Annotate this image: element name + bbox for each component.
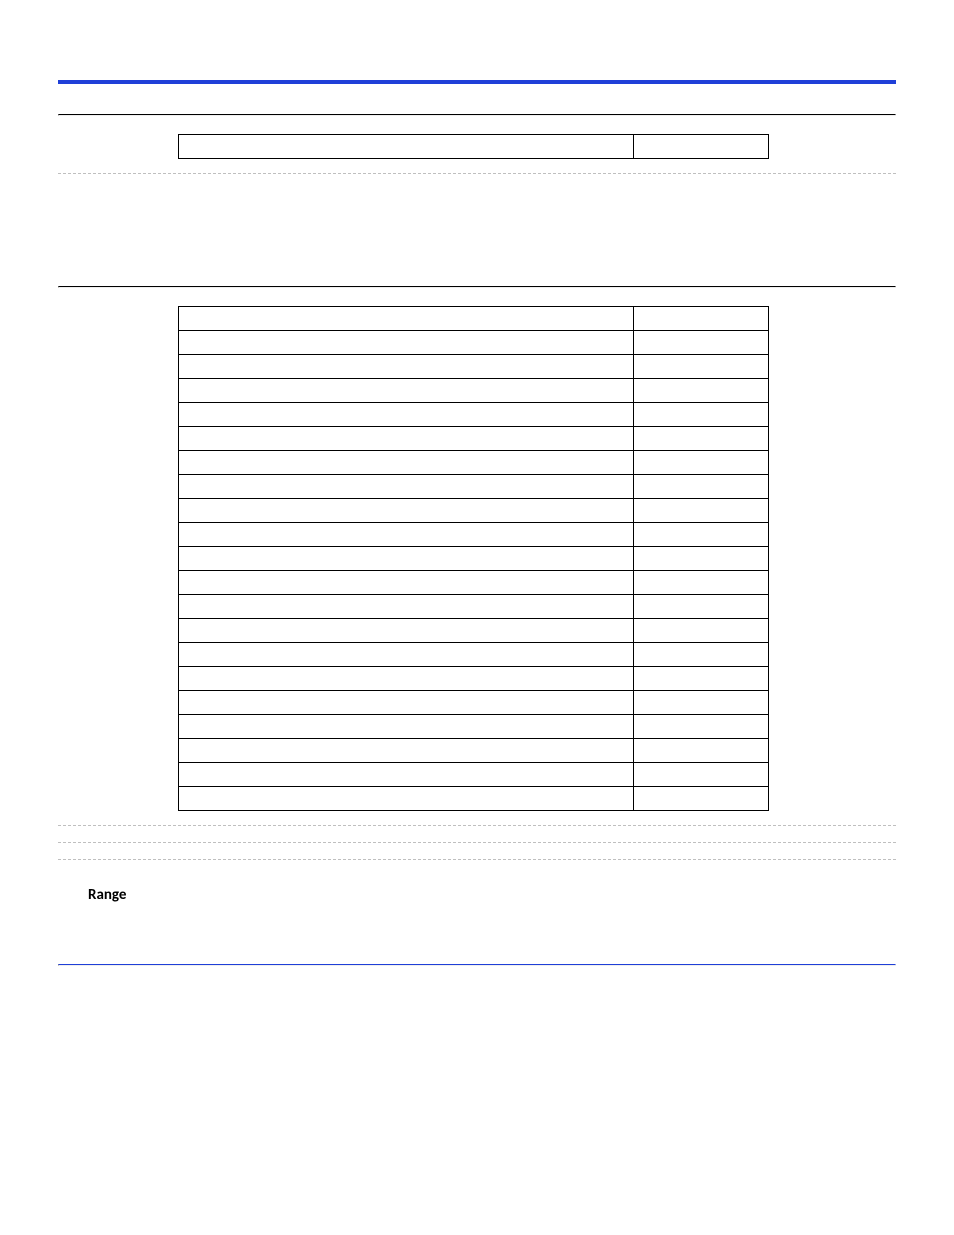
- cell: [179, 379, 634, 403]
- section-1: [58, 114, 896, 174]
- table-row: [179, 763, 769, 787]
- cell: [634, 331, 769, 355]
- cell: [634, 403, 769, 427]
- table-row: [179, 667, 769, 691]
- cell: [179, 475, 634, 499]
- cell: [179, 307, 634, 331]
- table-row: [179, 643, 769, 667]
- cell: [634, 451, 769, 475]
- cell: [634, 499, 769, 523]
- cell: [634, 619, 769, 643]
- table-row: [179, 547, 769, 571]
- dashed-rule: [58, 842, 896, 843]
- cell: [634, 307, 769, 331]
- top-blue-rule: [58, 80, 896, 84]
- cell: [634, 643, 769, 667]
- dashed-rule: [58, 173, 896, 174]
- table-row: [179, 475, 769, 499]
- section-2: [58, 286, 896, 860]
- cell: [179, 427, 634, 451]
- cell: [179, 715, 634, 739]
- range-label: Range: [88, 886, 896, 904]
- cell: [634, 547, 769, 571]
- section-2-rule: [58, 286, 896, 288]
- cell: [179, 331, 634, 355]
- cell: [634, 739, 769, 763]
- table-row: [179, 787, 769, 811]
- table-row: [179, 403, 769, 427]
- table-row: [179, 379, 769, 403]
- table-row: [179, 619, 769, 643]
- cell: [179, 547, 634, 571]
- cell: [634, 763, 769, 787]
- cell: [634, 787, 769, 811]
- table-row: [179, 571, 769, 595]
- table-row: [179, 739, 769, 763]
- spacer: [58, 190, 896, 286]
- table-row: [179, 331, 769, 355]
- cell: [634, 427, 769, 451]
- table-row: [179, 135, 769, 159]
- bottom-blue-rule: [58, 964, 896, 966]
- cell: [179, 667, 634, 691]
- cell: [634, 667, 769, 691]
- page: Range: [0, 0, 954, 1235]
- table-1: [178, 134, 769, 159]
- table-row: [179, 307, 769, 331]
- cell: [179, 739, 634, 763]
- cell: [179, 523, 634, 547]
- cell: [634, 135, 769, 159]
- cell: [179, 499, 634, 523]
- table-row: [179, 355, 769, 379]
- cell: [179, 619, 634, 643]
- table-row: [179, 523, 769, 547]
- cell: [179, 763, 634, 787]
- cell: [634, 523, 769, 547]
- cell: [179, 595, 634, 619]
- cell: [179, 135, 634, 159]
- cell: [179, 787, 634, 811]
- table-row: [179, 691, 769, 715]
- cell: [634, 571, 769, 595]
- cell: [634, 475, 769, 499]
- cell: [179, 403, 634, 427]
- cell: [634, 355, 769, 379]
- section-1-rule: [58, 114, 896, 116]
- cell: [179, 691, 634, 715]
- table-2: [178, 306, 769, 811]
- cell: [634, 691, 769, 715]
- table-row: [179, 451, 769, 475]
- cell: [179, 643, 634, 667]
- dashed-rule: [58, 859, 896, 860]
- table-row: [179, 499, 769, 523]
- cell: [179, 355, 634, 379]
- table-row: [179, 595, 769, 619]
- cell: [179, 571, 634, 595]
- dashed-rule: [58, 825, 896, 826]
- cell: [634, 379, 769, 403]
- cell: [179, 451, 634, 475]
- cell: [634, 715, 769, 739]
- table-row: [179, 427, 769, 451]
- table-row: [179, 715, 769, 739]
- cell: [634, 595, 769, 619]
